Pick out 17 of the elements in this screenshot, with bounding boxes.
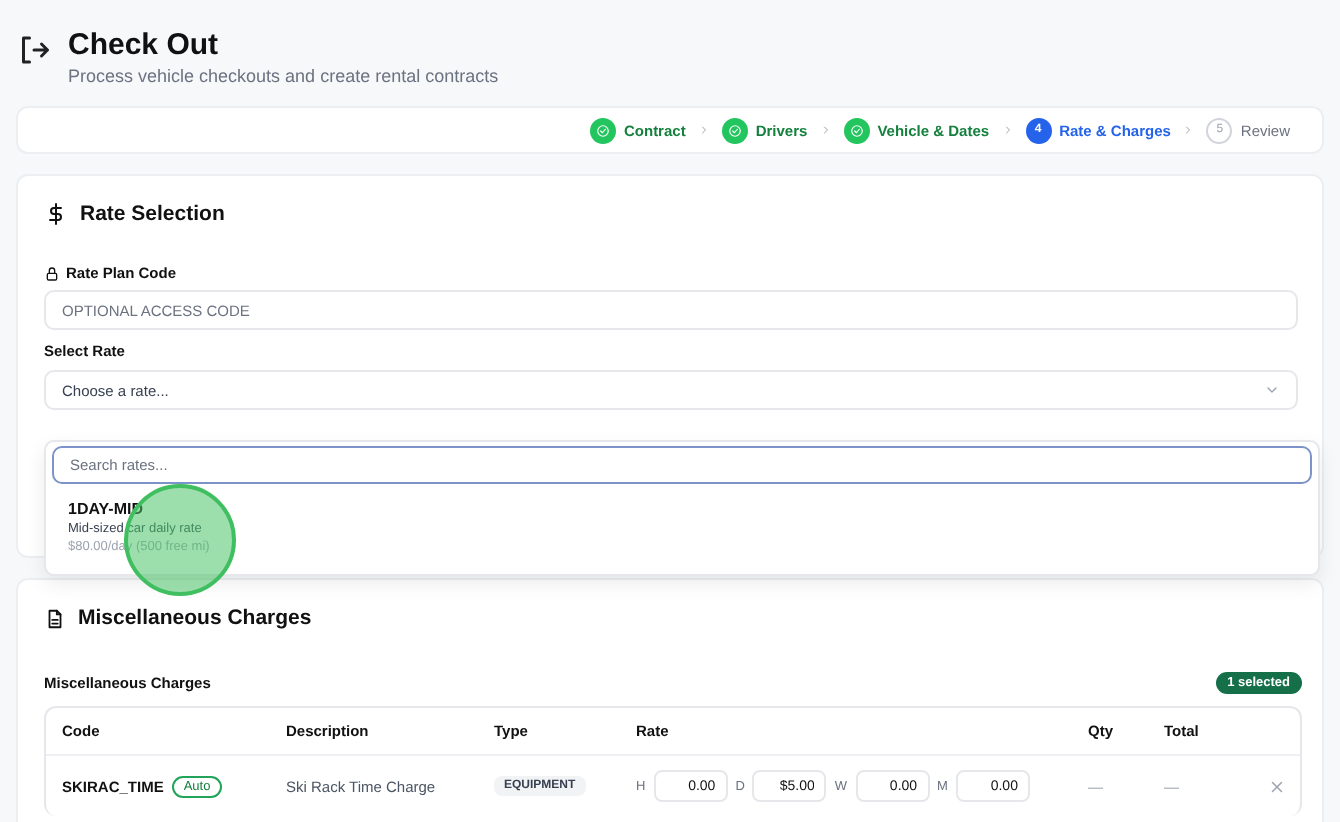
chevron-right-icon: [697, 124, 710, 136]
check-circle-icon: [849, 123, 864, 137]
page-title: Check Out: [68, 28, 221, 64]
chevron-right-icon: [1182, 124, 1195, 136]
section-title: Miscellaneous Charges: [78, 606, 312, 630]
chevron-right-icon: [1001, 124, 1014, 136]
chevron-right-icon: [819, 124, 832, 136]
exit-icon: [16, 32, 52, 68]
section-title: Rate Selection: [80, 202, 225, 226]
check-circle-icon: [727, 123, 742, 137]
chevron-down-icon: [1264, 382, 1280, 398]
page-subtitle: Process vehicle checkouts and create rental contracts: [68, 66, 499, 86]
dollar-icon: [44, 202, 68, 226]
document-icon: [44, 607, 66, 629]
check-circle-icon: [595, 123, 610, 137]
close-icon: [1268, 777, 1286, 795]
lock-icon: [44, 265, 60, 281]
